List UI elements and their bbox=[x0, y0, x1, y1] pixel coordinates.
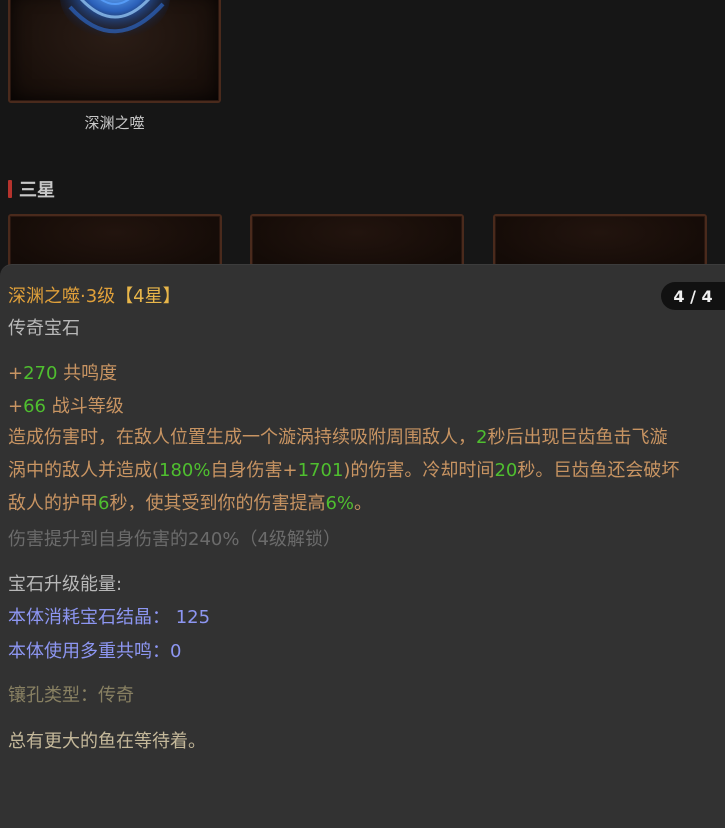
description-line: 敌人的护甲6秒，使其受到你的伤害提高6%。 bbox=[8, 487, 725, 520]
attribute-value: 270 bbox=[23, 363, 58, 384]
description-line: 涡中的敌人并造成(180%自身伤害+1701)的伤害。冷却时间20秒。巨齿鱼还会… bbox=[8, 454, 725, 487]
desc-text: 敌人的护甲 bbox=[8, 493, 98, 514]
gem-title-stars: 【4星】 bbox=[115, 286, 181, 307]
section-title: 三星 bbox=[19, 180, 55, 201]
desc-number: 6 bbox=[98, 493, 110, 514]
gem-card-abyss[interactable] bbox=[8, 0, 221, 103]
desc-text: 。 bbox=[354, 493, 373, 514]
desc-text: )的伤害。冷却时间 bbox=[343, 460, 495, 481]
desc-text: 秒。巨齿鱼还会破坏 bbox=[517, 460, 680, 481]
flavor-text: 总有更大的鱼在等待着。 bbox=[8, 731, 206, 752]
gem-type: 传奇宝石 bbox=[8, 318, 80, 339]
section-accent-bar bbox=[8, 180, 12, 198]
desc-number: 1701 bbox=[297, 460, 344, 481]
attribute-combat-level: +66 战斗等级 bbox=[8, 392, 124, 418]
desc-text: 造成伤害时，在敌人位置生成一个漩涡持续吸附周围敌人， bbox=[8, 427, 476, 448]
attribute-prefix: + bbox=[8, 363, 24, 384]
gem-tooltip: 深渊之噬·3级【4星】 4 / 4 传奇宝石 +270 共鸣度 +66 战斗等级… bbox=[0, 264, 725, 828]
socket-type: 镶孔类型：传奇 bbox=[8, 685, 134, 706]
desc-number: 180% bbox=[159, 460, 211, 481]
energy-crystal: 本体消耗宝石结晶： 125 bbox=[8, 607, 211, 628]
energy-resonance: 本体使用多重共鸣：0 bbox=[8, 641, 182, 662]
desc-number: 2 bbox=[476, 427, 488, 448]
attribute-label: 战斗等级 bbox=[46, 396, 124, 417]
attribute-label: 共鸣度 bbox=[57, 363, 118, 384]
section-heading-three-star: 三星 bbox=[8, 178, 55, 201]
desc-text: 自身伤害+ bbox=[210, 460, 298, 481]
attribute-prefix: + bbox=[8, 396, 24, 417]
gem-description: 造成伤害时，在敌人位置生成一个漩涡持续吸附周围敌人，2秒后出现巨齿鱼击飞漩 涡中… bbox=[8, 421, 725, 520]
description-line: 造成伤害时，在敌人位置生成一个漩涡持续吸附周围敌人，2秒后出现巨齿鱼击飞漩 bbox=[8, 421, 725, 454]
energy-heading: 宝石升级能量: bbox=[8, 574, 123, 595]
page-indicator[interactable]: 4 / 4 bbox=[661, 282, 725, 310]
gem-title-name: 深渊之噬·3级 bbox=[8, 286, 116, 307]
desc-number: 6% bbox=[325, 493, 355, 514]
locked-bonus: 伤害提升到自身伤害的240%（4级解锁） bbox=[8, 529, 341, 550]
attribute-resonance: +270 共鸣度 bbox=[8, 359, 117, 385]
desc-text: 秒，使其受到你的伤害提高 bbox=[109, 493, 326, 514]
desc-text: 秒后出现巨齿鱼击飞漩 bbox=[487, 427, 668, 448]
desc-number: 20 bbox=[494, 460, 518, 481]
tooltip-title: 深渊之噬·3级【4星】 bbox=[8, 282, 181, 308]
desc-text: 涡中的敌人并造成( bbox=[8, 460, 160, 481]
gem-name-abyss: 深渊之噬 bbox=[84, 114, 145, 132]
attribute-value: 66 bbox=[23, 396, 46, 417]
abyss-gem-art-icon bbox=[59, 0, 170, 39]
